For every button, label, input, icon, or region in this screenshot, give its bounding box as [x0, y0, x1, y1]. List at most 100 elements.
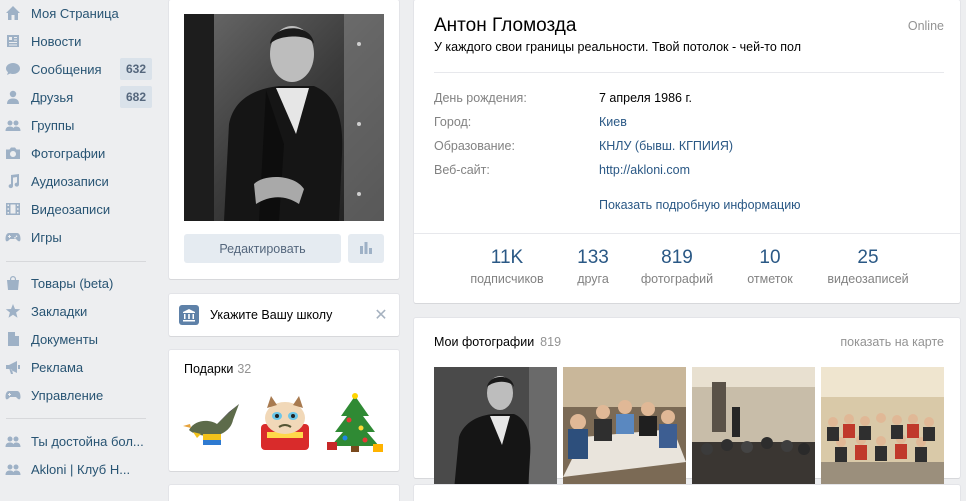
- counter-number: 25: [857, 247, 879, 268]
- info-label: Образование:: [434, 139, 515, 153]
- sidebar-item-label: Аудиозаписи: [31, 173, 109, 189]
- sidebar-item-video[interactable]: Видеозаписи: [0, 196, 155, 222]
- gifts-title: Подарки: [184, 362, 234, 376]
- sidebar-item-audio[interactable]: Аудиозаписи: [0, 168, 155, 194]
- website-link[interactable]: http://akloni.com: [599, 163, 690, 177]
- sidebar-divider: [6, 261, 146, 262]
- counter-friends[interactable]: 133 друга: [563, 247, 623, 286]
- stats-button[interactable]: [348, 234, 384, 263]
- bag-icon: [3, 273, 23, 293]
- avatar-card: Редактировать: [169, 0, 399, 279]
- counter-tags[interactable]: 10 отметок: [736, 247, 804, 286]
- sidebar-item-management[interactable]: Управление: [0, 382, 155, 408]
- school-icon: [179, 305, 199, 325]
- gift-christmas-tree-icon[interactable]: [323, 390, 387, 454]
- city-link[interactable]: Киев: [599, 115, 627, 129]
- photos-count: 819: [540, 335, 562, 349]
- camera-icon: [3, 143, 23, 163]
- counter-number: 10: [759, 247, 781, 268]
- sidebar-item-ads[interactable]: Реклама: [0, 354, 155, 380]
- group-icon: [3, 115, 23, 135]
- gamepad-icon: [3, 385, 23, 405]
- sidebar-item-my-page[interactable]: Моя Страница: [0, 0, 155, 26]
- wall-card-partial: [414, 485, 960, 501]
- music-icon: [3, 171, 23, 191]
- sidebar-item-bookmarks[interactable]: Закладки: [0, 298, 155, 324]
- friends-count-badge: 682: [119, 86, 152, 108]
- sidebar-item-label: Сообщения: [31, 61, 102, 77]
- sidebar-item-label: Друзья: [31, 89, 74, 105]
- show-on-map-link[interactable]: показать на карте: [840, 335, 944, 349]
- info-label: День рождения:: [434, 91, 527, 105]
- info-label: Веб-сайт:: [434, 163, 490, 177]
- group-icon: [3, 431, 23, 451]
- sidebar-item-documents[interactable]: Документы: [0, 326, 155, 352]
- counter-caption: фотографий: [640, 272, 714, 286]
- counter-caption: друга: [577, 272, 609, 286]
- photos-card: Мои фотографии 819 показать на карте: [414, 318, 960, 490]
- sidebar-item-news[interactable]: Новости: [0, 28, 155, 54]
- sidebar-item-messages[interactable]: Сообщения 632: [0, 56, 155, 82]
- sidebar-item-groups[interactable]: Группы: [0, 112, 155, 138]
- counter-caption: отметок: [747, 272, 793, 286]
- counter-caption: подписчиков: [470, 272, 544, 286]
- photo-thumbnail[interactable]: [692, 367, 815, 490]
- show-more-info-link[interactable]: Показать подробную информацию: [599, 198, 801, 212]
- counter-number: 133: [577, 247, 609, 268]
- school-prompt-card[interactable]: Укажите Вашу школу ✕: [169, 294, 399, 336]
- counter-photos[interactable]: 819 фотографий: [636, 247, 718, 286]
- sidebar-item-label: Товары (beta): [31, 275, 114, 291]
- gift-grumpy-cat-icon[interactable]: [253, 390, 317, 454]
- group-icon: [3, 459, 23, 479]
- film-icon: [3, 199, 23, 219]
- message-icon: [3, 59, 23, 79]
- profile-status-text[interactable]: У каждого свои границы реальности. Твой …: [434, 40, 801, 54]
- sidebar-card-partial: [169, 485, 399, 501]
- sidebar-item-label: Новости: [31, 33, 82, 49]
- document-icon: [3, 329, 23, 349]
- sidebar-item-label: Управление: [31, 387, 104, 403]
- photo-thumbnail[interactable]: [563, 367, 686, 490]
- news-icon: [3, 31, 23, 51]
- sidebar-item-label: Видеозаписи: [31, 201, 111, 217]
- photos-title: Мои фотографии: [434, 335, 535, 349]
- close-icon[interactable]: ✕: [373, 305, 389, 325]
- counter-number: 11K: [490, 247, 524, 268]
- photo-thumbnail[interactable]: [821, 367, 944, 490]
- bar-chart-icon: [359, 240, 373, 257]
- counter-followers[interactable]: 11K подписчиков: [462, 247, 552, 286]
- photo-thumbnail[interactable]: [434, 367, 557, 490]
- counter-caption: видеозаписей: [827, 272, 909, 286]
- sidebar-item-photos[interactable]: Фотографии: [0, 140, 155, 166]
- education-link[interactable]: КНЛУ (бывш. КГПИИЯ): [599, 139, 733, 153]
- profile-photo[interactable]: [184, 14, 384, 221]
- megaphone-icon: [3, 357, 23, 377]
- user-icon: [3, 87, 23, 107]
- gifts-card[interactable]: Подарки 32: [169, 350, 399, 471]
- sidebar-item-label: Моя Страница: [31, 5, 119, 21]
- gift-bird-icon[interactable]: [181, 390, 245, 454]
- messages-count-badge: 632: [119, 58, 152, 80]
- photos-header[interactable]: Мои фотографии 819: [434, 335, 561, 349]
- star-icon: [3, 301, 23, 321]
- home-icon: [3, 3, 23, 23]
- sidebar-item-friends[interactable]: Друзья 682: [0, 84, 155, 110]
- divider: [414, 233, 960, 234]
- gifts-count: 32: [237, 362, 252, 376]
- sidebar-item-label: Фотографии: [31, 145, 106, 161]
- sidebar-item-label: Akloni | Клуб Н...: [31, 461, 131, 477]
- sidebar-item-group-1[interactable]: Ты достойна бол...: [0, 428, 155, 454]
- gifts-header: Подарки 32: [184, 362, 251, 376]
- gamepad-icon: [3, 227, 23, 247]
- edit-profile-button[interactable]: Редактировать: [184, 234, 341, 263]
- sidebar-item-games[interactable]: Игры: [0, 224, 155, 250]
- sidebar-item-label: Реклама: [31, 359, 84, 375]
- counter-videos[interactable]: 25 видеозаписей: [820, 247, 916, 286]
- sidebar-item-label: Группы: [31, 117, 75, 133]
- online-status: Online: [907, 19, 944, 33]
- profile-name: Антон Гломозда: [434, 15, 577, 36]
- sidebar-item-label: Ты достойна бол...: [31, 433, 144, 449]
- sidebar-item-goods[interactable]: Товары (beta): [0, 270, 155, 296]
- sidebar-item-group-2[interactable]: Akloni | Клуб Н...: [0, 456, 155, 482]
- sidebar-item-label: Игры: [31, 229, 62, 245]
